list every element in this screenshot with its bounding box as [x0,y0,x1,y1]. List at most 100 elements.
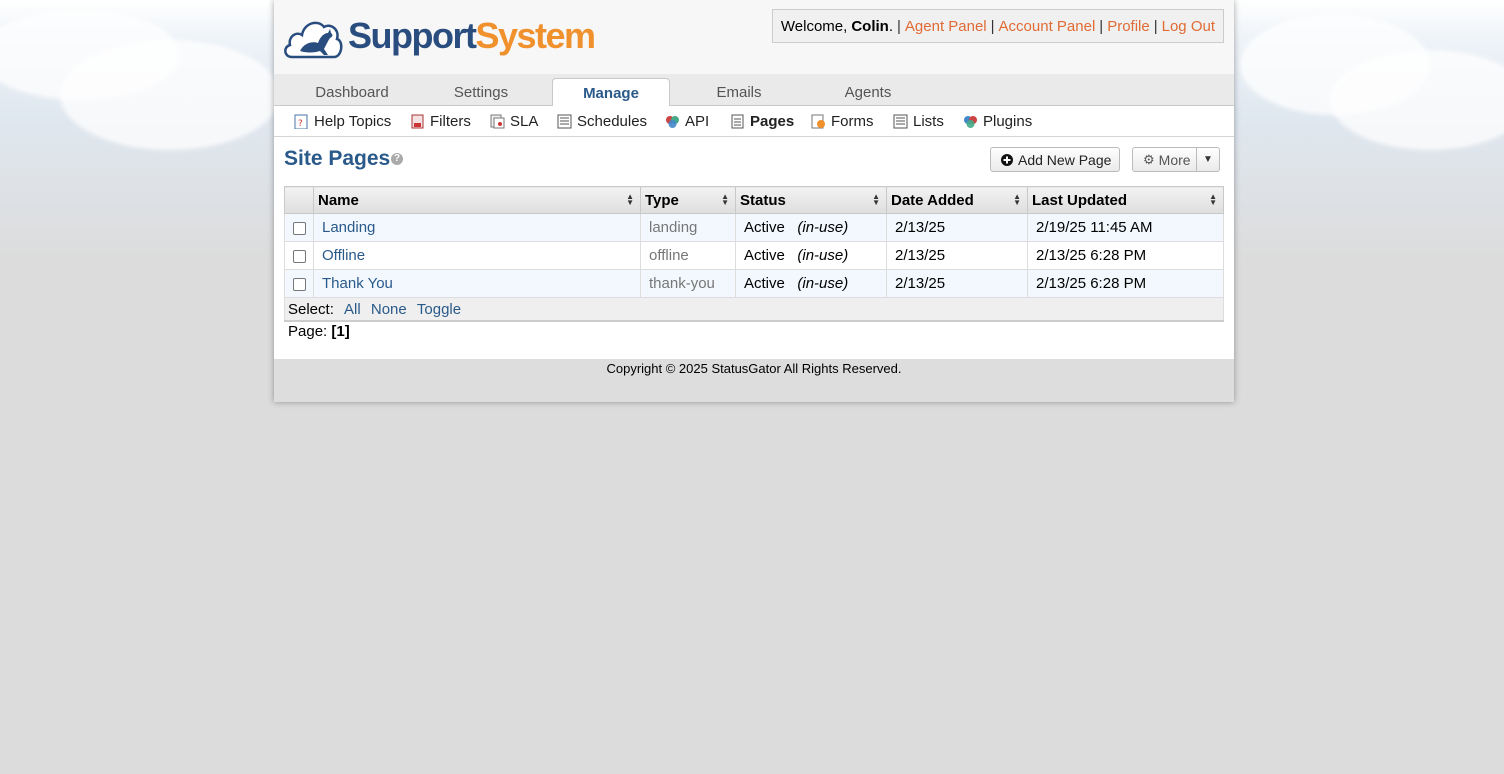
subnav-label: SLA [510,112,539,130]
sort-icon: ▲ ▼ [1013,192,1021,207]
status-text: Active [744,275,785,292]
row-checkbox[interactable] [292,277,306,291]
subnav-pages[interactable]: Pages [730,106,794,136]
subnav-label: Plugins [983,112,1033,130]
main-nav: Dashboard Settings Manage Emails Agents [274,74,1234,107]
gear-icon: ⚙ [1143,151,1155,167]
logo-text-system: System [475,15,596,56]
type-cell: offline [640,241,736,270]
date-added-cell: 2/13/25 [886,269,1028,298]
sort-icon: ▲ ▼ [872,192,880,207]
status-cell: Active (in-use) [735,269,887,298]
sla-icon [490,114,505,128]
tab-emails[interactable]: Emails [681,78,797,105]
name-cell: Thank You [313,269,641,298]
row-select-cell [284,269,314,298]
select-toggle-link[interactable]: Toggle [417,301,461,318]
tab-dashboard[interactable]: Dashboard [294,78,410,105]
tab-agents[interactable]: Agents [810,78,926,105]
more-dropdown-button[interactable]: ⚙ More ▼ [1132,147,1220,172]
sort-icon: ▲ ▼ [721,192,729,207]
column-header-label: Date Added [891,191,974,209]
column-header-status[interactable]: Status ▲ ▼ [735,186,887,214]
subnav-label: Filters [430,112,471,130]
status-text: Active [744,219,785,236]
footer: Copyright © 2025 StatusGator All Rights … [274,359,1234,402]
subnav-label: Forms [831,112,874,130]
date-added-cell: 2/13/25 [886,241,1028,270]
forms-icon [811,114,825,128]
last-updated-cell: 2/13/25 6:28 PM [1027,269,1224,298]
subnav-lists[interactable]: Lists [893,106,944,136]
cloud-decoration [1330,50,1504,150]
subnav-schedules[interactable]: Schedules [557,106,647,136]
column-header-type[interactable]: Type ▲ ▼ [640,186,736,214]
table-row: Landing landing Active (in-use) 2/13/25 … [284,213,1224,242]
pages-icon [731,114,744,128]
tab-settings[interactable]: Settings [423,78,539,105]
cloud-decoration [60,40,280,150]
separator: | [897,17,901,35]
row-select-cell [284,241,314,270]
row-checkbox[interactable] [292,249,306,263]
copyright-text: Copyright © 2025 StatusGator All Rights … [606,361,902,376]
logout-link[interactable]: Log Out [1162,18,1215,35]
separator: | [990,17,995,35]
add-new-page-button[interactable]: Add New Page [990,147,1120,172]
column-header-name[interactable]: Name ▲ ▼ [313,186,641,214]
subnav-api[interactable]: API [665,106,709,136]
caret-down-icon[interactable]: ▼ [1197,154,1219,165]
subnav-filters[interactable]: Filters [410,106,471,136]
plugins-icon [964,115,977,128]
sort-icon: ▲ ▼ [1209,192,1217,207]
page-title: Site Pages [284,147,391,170]
subnav-label: Pages [750,112,795,130]
account-panel-link[interactable]: Account Panel [999,18,1096,35]
subnav-plugins[interactable]: Plugins [963,106,1032,136]
add-new-page-label: Add New Page [1018,151,1112,168]
page-name-link[interactable]: Thank You [322,275,393,292]
name-cell: Offline [313,241,641,270]
logo[interactable]: Support System [282,10,596,62]
table-header-row: Name ▲ ▼ Type ▲ ▼ Status ▲ ▼ Date Added ▲ ▼ Last… [284,186,1224,214]
status-cell: Active (in-use) [735,241,887,270]
row-checkbox[interactable] [292,221,306,235]
current-page: [1] [331,323,350,340]
help-topics-icon: ? [294,114,308,129]
tab-manage[interactable]: Manage [552,78,670,107]
subnav-forms[interactable]: Forms [811,106,874,136]
page-name-link[interactable]: Landing [322,219,375,236]
column-header-last-updated[interactable]: Last Updated ▲ ▼ [1027,186,1224,214]
row-select-cell [284,213,314,242]
subnav-help-topics[interactable]: ? Help Topics [294,106,391,136]
filters-icon [411,114,424,128]
column-header-date-added[interactable]: Date Added ▲ ▼ [886,186,1028,214]
select-none-link[interactable]: None [371,301,407,318]
subnav-label: Schedules [577,112,648,130]
schedules-icon [557,114,572,128]
select-column-header [284,186,314,214]
header: Support System Welcome, Colin. | Agent Pa… [274,0,1234,74]
subnav-sla[interactable]: SLA [490,106,538,136]
pagination-label: Page: [288,323,328,340]
separator: | [1099,17,1104,35]
profile-link[interactable]: Profile [1107,18,1150,35]
agent-panel-link[interactable]: Agent Panel [905,18,987,35]
help-icon[interactable]: ? [391,153,403,165]
column-header-label: Name [318,191,359,209]
page-name-link[interactable]: Offline [322,247,365,264]
type-cell: landing [640,213,736,242]
usage-text: (in-use) [797,275,849,292]
kangaroo-cloud-icon [284,21,343,59]
column-header-label: Type [645,191,679,209]
svg-text:?: ? [298,119,303,129]
plus-circle-icon [1001,153,1013,166]
select-all-link[interactable]: All [344,301,361,318]
last-updated-cell: 2/19/25 11:45 AM [1027,213,1224,242]
more-button[interactable]: ⚙ More [1133,148,1197,171]
logo-text-support: Support [348,15,477,56]
usage-text: (in-use) [797,219,849,236]
separator: | [1153,17,1158,35]
table-row: Thank You thank-you Active (in-use) 2/13… [284,269,1224,298]
user-name-suffix: . [888,17,893,35]
